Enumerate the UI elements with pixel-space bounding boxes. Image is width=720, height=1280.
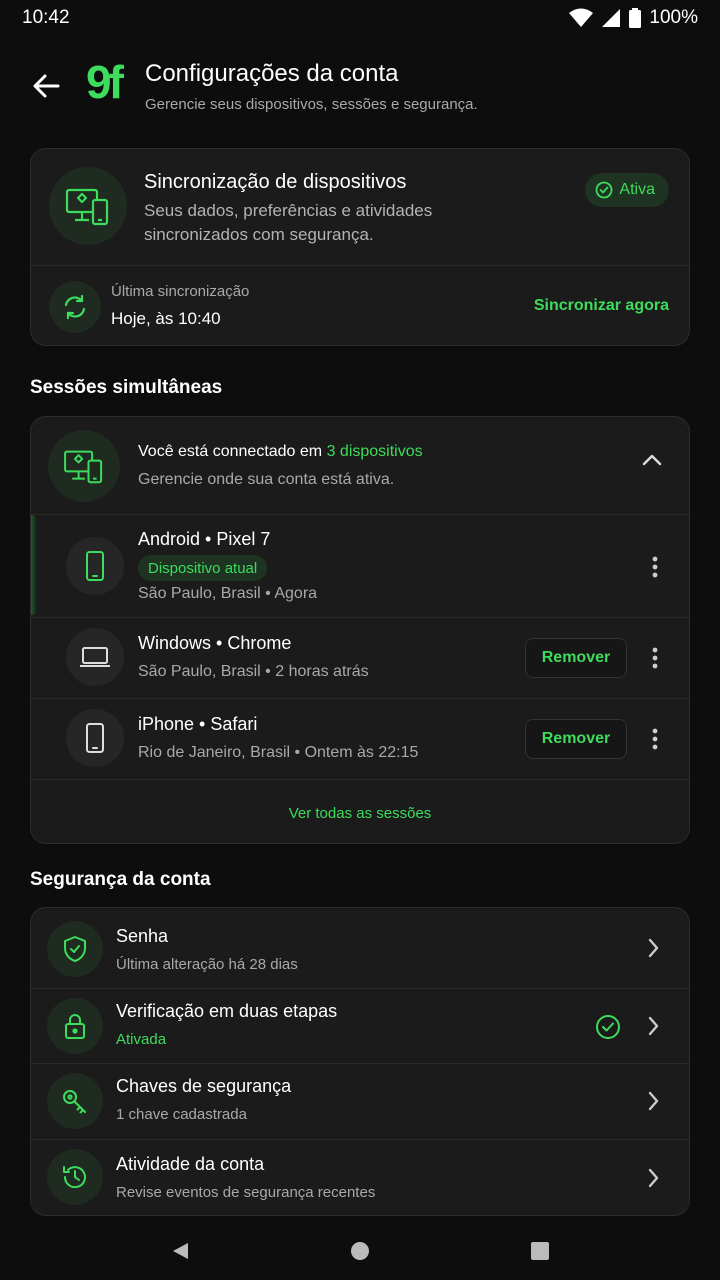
chevron-right-icon	[647, 1168, 659, 1193]
sessions-connected-text: Você está connectado em 3 dispositivos	[138, 443, 423, 461]
circle-home-icon	[351, 1242, 369, 1260]
nav-home-button[interactable]	[350, 1241, 370, 1261]
chevron-right-icon	[647, 1016, 659, 1041]
divider	[31, 265, 689, 266]
back-button[interactable]	[26, 66, 66, 106]
wifi-icon	[569, 8, 594, 28]
security-item-subtitle: 1 chave cadastrada	[116, 1106, 247, 1123]
key-icon	[47, 1073, 103, 1129]
remove-session-button[interactable]: Remover	[525, 638, 627, 678]
security-item-title: Senha	[116, 926, 169, 946]
shield-icon	[47, 921, 103, 977]
check-circle-icon	[596, 181, 613, 199]
session-name: iPhone • Safari	[138, 714, 258, 734]
system-nav-bar	[0, 1222, 720, 1280]
session-row: Android • Pixel 7 Dispositivo atual São …	[31, 515, 689, 617]
connected-prefix: Você está connectado em	[138, 443, 327, 460]
security-item-subtitle: Última alteração há 28 dias	[116, 956, 298, 973]
session-row: Windows • Chrome São Paulo, Brasil • 2 h…	[31, 618, 689, 698]
app-logo: 9f	[86, 56, 124, 108]
sync-status-label: Ativa	[619, 181, 655, 198]
phone-icon	[66, 537, 124, 595]
triangle-back-icon	[173, 1243, 188, 1259]
connected-count: 3 dispositivos	[326, 443, 423, 460]
signal-icon	[601, 8, 621, 28]
last-sync-value: Hoje, às 10:40	[111, 309, 221, 328]
security-item-password[interactable]: Senha Última alteração há 28 dias	[31, 908, 689, 984]
nav-back-button[interactable]	[170, 1241, 190, 1261]
page-title: Configurações da conta	[145, 60, 399, 87]
security-item-keys[interactable]: Chaves de segurança 1 chave cadastrada	[31, 1064, 689, 1140]
divider	[31, 779, 689, 780]
security-item-activity[interactable]: Atividade da conta Revise eventos de seg…	[31, 1140, 689, 1215]
chevron-right-icon	[647, 1091, 659, 1116]
sync-status-badge: Ativa	[585, 173, 669, 207]
security-item-title: Verificação em duas etapas	[116, 1001, 338, 1021]
more-vert-icon	[652, 556, 658, 578]
arrow-back-icon	[33, 74, 60, 98]
sessions-manage-text: Gerencie onde sua conta está ativa.	[138, 471, 395, 488]
status-icons: 100%	[569, 7, 698, 29]
sync-now-button[interactable]: Sincronizar agora	[534, 297, 669, 315]
square-recents-icon	[531, 1242, 549, 1260]
sessions-section-title: Sessões simultâneas	[30, 377, 223, 398]
devices-icon	[49, 167, 127, 245]
more-vert-icon	[652, 647, 658, 669]
session-location: São Paulo, Brasil • Agora	[138, 585, 318, 602]
phone-icon	[66, 709, 124, 767]
sync-title: Sincronização de dispositivos	[144, 171, 407, 193]
more-vert-icon	[652, 728, 658, 750]
security-item-subtitle: Ativada	[116, 1031, 167, 1048]
last-sync-label: Última sincronização	[111, 283, 250, 300]
chevron-right-icon	[647, 938, 659, 963]
devices-icon	[48, 430, 120, 502]
page-subtitle: Gerencie seus dispositivos, sessões e se…	[145, 96, 478, 113]
current-session-indicator	[31, 515, 37, 615]
status-bar: 10:42 100%	[0, 0, 720, 36]
nav-recents-button[interactable]	[530, 1241, 550, 1261]
sync-refresh-icon	[49, 281, 101, 333]
see-all-sessions-link[interactable]: Ver todas as sessões	[31, 805, 689, 822]
session-row: iPhone • Safari Rio de Janeiro, Brasil •…	[31, 699, 689, 779]
lock-icon	[47, 998, 103, 1054]
session-location: Rio de Janeiro, Brasil • Ontem às 22:15	[138, 744, 419, 761]
check-circle-icon	[595, 1014, 621, 1045]
security-item-title: Chaves de segurança	[116, 1076, 292, 1096]
security-item-subtitle: Revise eventos de segurança recentes	[116, 1184, 376, 1201]
sessions-card: Você está connectado em 3 dispositivos G…	[30, 416, 690, 844]
battery-level: 100%	[649, 7, 698, 28]
session-location: São Paulo, Brasil • 2 horas atrás	[138, 663, 369, 680]
more-options-button[interactable]	[647, 643, 663, 673]
sync-card: Sincronização de dispositivos Seus dados…	[30, 148, 690, 346]
current-device-badge: Dispositivo atual	[138, 555, 268, 581]
sync-description: Seus dados, preferências e atividades si…	[144, 201, 433, 244]
chevron-up-icon	[642, 454, 662, 466]
status-time: 10:42	[22, 7, 70, 28]
session-name: Android • Pixel 7	[138, 529, 271, 549]
header: 9f Configurações da conta Gerencie seus …	[0, 56, 720, 120]
session-name: Windows • Chrome	[138, 633, 292, 653]
security-card: Senha Última alteração há 28 dias Verifi…	[30, 907, 690, 1216]
more-options-button[interactable]	[647, 724, 663, 754]
battery-icon	[629, 8, 642, 28]
security-item-title: Atividade da conta	[116, 1154, 265, 1174]
collapse-button[interactable]	[641, 453, 663, 472]
remove-session-button[interactable]: Remover	[525, 719, 627, 759]
history-icon	[47, 1149, 103, 1205]
laptop-icon	[66, 628, 124, 686]
security-section-title: Segurança da conta	[30, 869, 211, 890]
more-options-button[interactable]	[647, 552, 663, 582]
security-item-two-factor[interactable]: Verificação em duas etapas Ativada	[31, 989, 689, 1065]
